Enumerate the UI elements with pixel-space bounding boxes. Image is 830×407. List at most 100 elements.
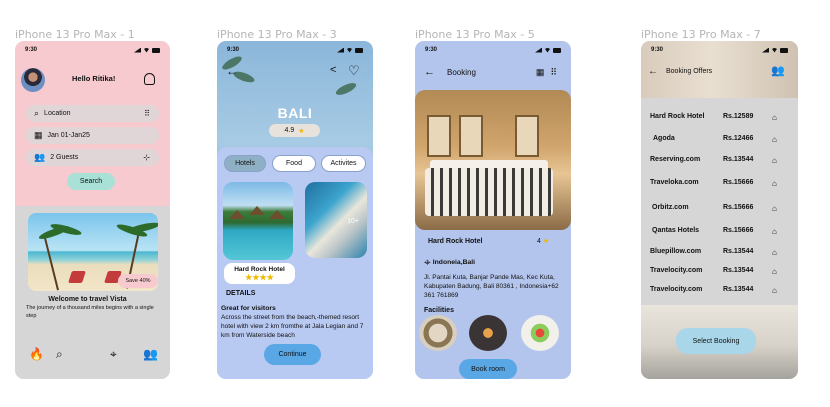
offer-price: Rs.15666	[723, 179, 754, 186]
offer-price: Rs.15666	[723, 204, 754, 211]
offer-row[interactable]: Travelocity.com Rs.13544 ⌂	[641, 267, 798, 281]
offer-price: Rs.13544	[723, 286, 754, 293]
offers-header: ← Booking Offers	[648, 66, 712, 77]
welcome-tagline: The journey of a thousand miles begins w…	[26, 305, 154, 319]
offers-title: Booking Offers	[666, 68, 713, 75]
adjust-icon[interactable]: ⊹	[143, 153, 150, 162]
offer-row[interactable]: Hard Rock Hotel Rs.12589 ⌂	[641, 113, 798, 127]
star-icon: ★	[542, 238, 550, 245]
home-icon[interactable]: ⌂	[772, 113, 777, 122]
home-icon[interactable]: ⌂	[772, 204, 777, 213]
offer-row[interactable]: Orbitz.com Rs.15666 ⌂	[641, 204, 798, 218]
heart-icon[interactable]: ♡	[348, 63, 360, 79]
facility-food-photo[interactable]	[521, 315, 559, 351]
room-photo	[415, 90, 571, 230]
home-icon[interactable]: ⌂	[772, 156, 777, 165]
offer-name: Orbitz.com	[652, 204, 689, 211]
status-time: 9:30	[651, 47, 664, 53]
offer-name: Travelocity.com	[650, 267, 703, 274]
offers-list: Hard Rock Hotel Rs.12589 ⌂ Agoda Rs.12466 ⌂ …	[641, 98, 798, 305]
tab-activities[interactable]: Activites	[321, 155, 366, 172]
wifi-icon	[771, 47, 778, 53]
status-time: 9:30	[25, 47, 38, 53]
offer-row[interactable]: Traveloka.com Rs.15666 ⌂	[641, 179, 798, 193]
facility-lounge-photo[interactable]	[419, 315, 457, 351]
tab-food[interactable]: Food	[272, 155, 316, 172]
people-icon[interactable]: 👥	[143, 347, 158, 361]
offer-price: Rs.12466	[723, 135, 754, 142]
signal-icon	[762, 47, 769, 53]
hotel-address: Jl. Pantai Kuta, Banjar Pande Mas, Kec K…	[424, 274, 559, 300]
description-text: Across the street from the beach,-themed…	[221, 314, 364, 339]
continue-button[interactable]: Continue	[264, 344, 321, 365]
calendar-icon[interactable]: ▦	[536, 67, 545, 78]
wifi-icon	[544, 47, 551, 53]
search-icon[interactable]: ⌕	[56, 347, 63, 362]
booking-screen: 9:30 ← Booking ▦ ⠿ Hard Rock Hotel 4 ★ ⌖…	[415, 41, 571, 379]
grid-icon[interactable]: ⠿	[550, 67, 557, 78]
offer-name: Traveloka.com	[650, 179, 699, 186]
status-bar: 9:30	[25, 45, 160, 55]
book-room-button[interactable]: Book room	[459, 359, 517, 379]
offer-price: Rs.15666	[723, 227, 754, 234]
offer-row[interactable]: Reserving.com Rs.13544 ⌂	[641, 156, 798, 170]
offer-row[interactable]: Agoda Rs.12466 ⌂	[641, 135, 798, 149]
back-arrow-icon[interactable]: ←	[226, 64, 238, 78]
location-icon[interactable]: ⌖	[110, 347, 117, 362]
battery-icon	[355, 47, 363, 53]
fire-icon[interactable]: 🔥	[29, 347, 44, 361]
home-icon[interactable]: ⌂	[772, 267, 777, 276]
details-heading: DETAILS	[226, 290, 256, 297]
offer-price: Rs.13544	[723, 248, 754, 255]
offer-name: Agoda	[653, 135, 675, 142]
home-icon[interactable]: ⌂	[772, 179, 777, 188]
offer-row[interactable]: Bluepillow.com Rs.13544 ⌂	[641, 248, 798, 262]
back-arrow-icon[interactable]: ←	[648, 66, 658, 77]
home-icon[interactable]: ⌂	[772, 227, 777, 236]
location-label: Location	[44, 110, 71, 117]
offer-name: Qantas Hotels	[652, 227, 700, 234]
offer-name: Hard Rock Hotel	[650, 113, 705, 120]
dates-field[interactable]: ▦ Jan 01-Jan25	[26, 127, 159, 144]
hotel-photo[interactable]	[223, 182, 293, 260]
status-bar: 9:30	[651, 45, 788, 55]
calendar-icon: ▦	[34, 130, 43, 140]
signal-icon	[535, 47, 542, 53]
guests-field[interactable]: 👥 2 Guests ⊹	[26, 149, 159, 166]
home-icon[interactable]: ⌂	[772, 135, 777, 144]
avatar[interactable]	[21, 68, 45, 92]
booking-title: Booking	[447, 67, 476, 77]
share-icon[interactable]: <	[330, 64, 336, 76]
welcome-title: Welcome to travel Vista	[48, 296, 127, 303]
offer-price: Rs.12589	[723, 113, 754, 120]
gallery-count: 10+	[347, 218, 359, 225]
bell-icon[interactable]	[144, 73, 155, 85]
facility-bar-photo[interactable]	[469, 315, 507, 351]
home-icon[interactable]: ⌂	[772, 286, 777, 295]
location-text: Indoneia,Bali	[432, 259, 476, 266]
booking-header: ← Booking	[424, 66, 476, 78]
wifi-icon	[346, 47, 353, 53]
status-bar: 9:30	[425, 45, 561, 55]
hotel-card[interactable]: Hard Rock Hotel ★★★★	[224, 263, 295, 284]
bottom-nav: 🔥 ⌕ ⌖ 👥	[15, 347, 170, 367]
status-time: 9:30	[227, 47, 240, 53]
offer-row[interactable]: Qantas Hotels Rs.15666 ⌂	[641, 227, 798, 241]
offer-row[interactable]: Travelocity.com Rs.13544 ⌂	[641, 286, 798, 300]
rating-pill: 4.9 ★	[269, 124, 320, 137]
frame-label-1: iPhone 13 Pro Max - 1	[15, 28, 135, 41]
facilities-heading: Facilities	[424, 307, 454, 314]
rating-value: 4.9	[284, 127, 295, 134]
select-booking-button[interactable]: Select Booking	[676, 328, 756, 354]
back-arrow-icon[interactable]: ←	[424, 66, 435, 78]
location-field[interactable]: ⌕ Location ⠿	[26, 105, 159, 122]
beach-chair	[68, 271, 86, 283]
gallery-photo[interactable]: 10+	[305, 182, 367, 258]
window-shape	[459, 115, 483, 157]
save-badge: Save 40%	[118, 274, 158, 288]
home-icon[interactable]: ⌂	[772, 248, 777, 257]
grid-icon[interactable]: ⠿	[144, 109, 150, 118]
people-icon[interactable]: 👥	[771, 64, 785, 77]
tab-hotels[interactable]: Hotels	[224, 155, 266, 172]
search-button[interactable]: Search	[67, 173, 115, 190]
